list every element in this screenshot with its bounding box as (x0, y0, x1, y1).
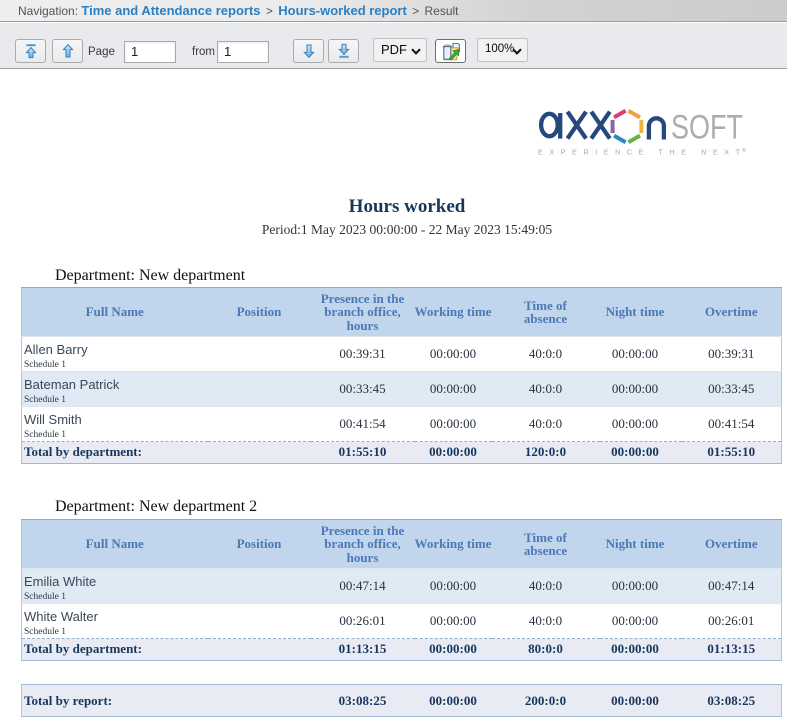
svg-text:SOFT: SOFT (671, 109, 743, 147)
svg-text:EXPERIENCE THE NEXT: EXPERIENCE THE NEXT (538, 148, 741, 157)
svg-text:®: ® (742, 147, 746, 154)
